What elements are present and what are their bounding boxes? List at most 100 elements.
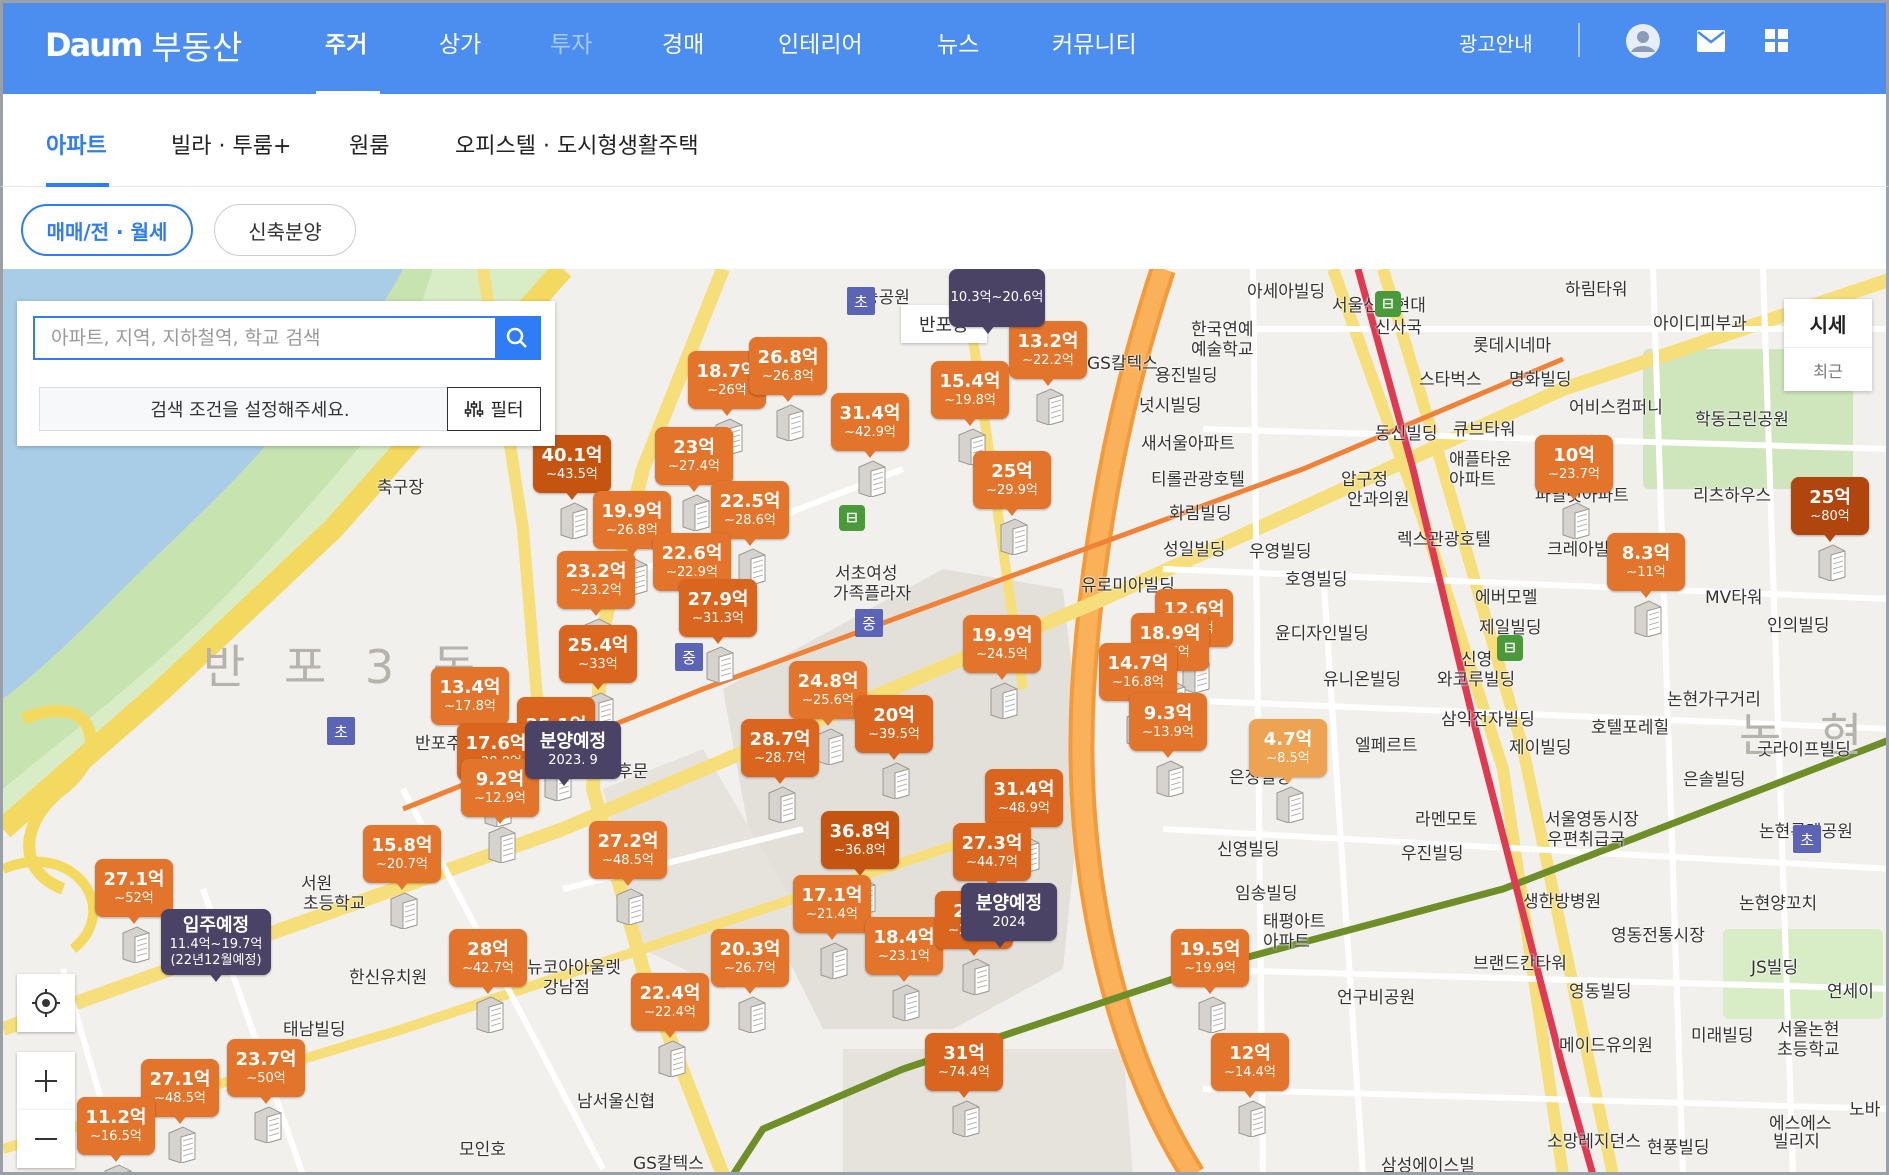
apartment-building-icon[interactable] — [949, 1099, 983, 1138]
apartment-building-icon[interactable] — [1273, 785, 1307, 824]
apartment-building-icon[interactable] — [879, 761, 913, 800]
nav-tab-interior[interactable]: 인테리어 — [778, 25, 863, 59]
nav-tab-news[interactable]: 뉴스 — [937, 25, 979, 59]
price-marker[interactable]: 27.3억 ~44.7억 — [953, 823, 1031, 881]
price-marker[interactable]: 28.7억 ~28.7억 — [741, 719, 819, 777]
price-marker[interactable]: 15.4억 ~19.8억 — [931, 361, 1009, 419]
apartment-building-icon[interactable] — [557, 501, 591, 540]
ad-info-link[interactable]: 광고안내 — [1459, 28, 1533, 57]
tab-villa[interactable]: 빌라 · 투룸+ — [171, 128, 291, 160]
apartment-building-icon[interactable] — [1235, 1099, 1269, 1138]
price-marker[interactable]: 36.8억 ~36.8억 — [821, 811, 899, 869]
sale-marker[interactable]: 입주예정 11.4억~19.7억 (22년12월예정) — [161, 909, 271, 975]
map-view[interactable]: 반 포 3 동 논 현 1 반포동 아세아빌딩 하림타워 서울신사현대 신사국 … — [0, 269, 1889, 1175]
apartment-building-icon[interactable] — [987, 681, 1021, 720]
school-icon[interactable]: 초 — [327, 717, 355, 745]
search-input[interactable] — [35, 318, 495, 358]
apartment-building-icon[interactable] — [613, 887, 647, 926]
apartment-building-icon[interactable] — [997, 517, 1031, 556]
apartment-building-icon[interactable] — [387, 891, 421, 930]
apartment-building-icon[interactable] — [889, 983, 923, 1022]
price-tab-market[interactable]: 시세 — [1784, 299, 1872, 347]
apartment-building-icon[interactable] — [735, 995, 769, 1034]
price-marker[interactable]: 10억 ~23.7억 — [1535, 435, 1613, 493]
subway-station-icon[interactable]: ⊟ — [839, 505, 865, 531]
apartment-building-icon[interactable] — [1195, 995, 1229, 1034]
zoom-in-button[interactable] — [17, 1052, 75, 1110]
price-marker[interactable]: 19.5억 ~19.9억 — [1171, 929, 1249, 987]
sale-marker[interactable]: 10.3억~20.6억 — [949, 269, 1045, 327]
price-marker[interactable]: 31.4억 ~48.9억 — [985, 769, 1063, 827]
price-marker[interactable]: 27.2억 ~48.5억 — [589, 821, 667, 879]
price-marker[interactable]: 27.9억 ~31.3억 — [679, 579, 757, 637]
subway-station-icon[interactable]: ⊟ — [1375, 291, 1401, 317]
apartment-building-icon[interactable] — [1815, 543, 1849, 582]
subway-station-icon[interactable]: ⊟ — [1497, 635, 1523, 661]
apartment-building-icon[interactable] — [817, 941, 851, 980]
apartment-building-icon[interactable] — [765, 785, 799, 824]
mail-icon[interactable] — [1693, 23, 1729, 59]
new-sale-pill[interactable]: 신축분양 — [214, 204, 356, 256]
apartment-building-icon[interactable] — [165, 1125, 199, 1164]
filter-button[interactable]: 필터 — [447, 387, 541, 431]
apartment-building-icon[interactable] — [1153, 759, 1187, 798]
price-marker[interactable]: 18.4억 ~23.1억 — [865, 917, 943, 975]
apartment-building-icon[interactable] — [473, 995, 507, 1034]
price-marker[interactable]: 26.8억 ~26.8억 — [749, 337, 827, 395]
price-marker[interactable]: 12억 ~14.4억 — [1211, 1033, 1289, 1091]
logo[interactable]: Daum 부동산 — [45, 21, 242, 69]
apartment-building-icon[interactable] — [1559, 501, 1593, 540]
price-marker[interactable]: 4.7억 ~8.5억 — [1249, 719, 1327, 777]
school-icon[interactable]: 중 — [675, 643, 703, 671]
nav-tab-auction[interactable]: 경매 — [662, 25, 704, 59]
apartment-building-icon[interactable] — [101, 1163, 135, 1172]
tab-apartment[interactable]: 아파트 — [46, 128, 107, 160]
school-icon[interactable]: 초 — [1793, 825, 1821, 853]
trade-type-pill[interactable]: 매매/전 · 월세 — [21, 204, 193, 256]
tab-oneroom[interactable]: 원룸 — [349, 128, 389, 160]
app-grid-icon[interactable] — [1759, 23, 1795, 59]
price-marker[interactable]: 15.8억 ~20.7억 — [363, 825, 441, 883]
apartment-building-icon[interactable] — [855, 459, 889, 498]
price-marker[interactable]: 23.7억 ~50억 — [227, 1039, 305, 1097]
apartment-building-icon[interactable] — [1631, 599, 1665, 638]
nav-tab-residence[interactable]: 주거 — [325, 25, 367, 59]
apartment-building-icon[interactable] — [119, 925, 153, 964]
price-marker[interactable]: 13.4억 ~17.8억 — [431, 667, 509, 725]
price-marker[interactable]: 25억 ~80억 — [1791, 477, 1869, 535]
apartment-building-icon[interactable] — [703, 645, 737, 684]
apartment-building-icon[interactable] — [1033, 387, 1067, 426]
apartment-building-icon[interactable] — [679, 493, 713, 532]
price-marker[interactable]: 11.2억 ~16.5억 — [77, 1097, 155, 1155]
search-button[interactable] — [495, 318, 539, 358]
apartment-building-icon[interactable] — [485, 825, 519, 864]
price-marker[interactable]: 31.4억 ~42.9억 — [831, 393, 909, 451]
price-marker[interactable]: 31억 ~74.4억 — [925, 1033, 1003, 1091]
user-icon[interactable] — [1625, 23, 1661, 59]
price-marker[interactable]: 28억 ~42.7억 — [449, 929, 527, 987]
price-marker[interactable]: 23.2억 ~23.2억 — [557, 551, 635, 609]
price-marker[interactable]: 20억 ~39.5억 — [855, 695, 933, 753]
sale-marker[interactable]: 분양예정 2024 — [961, 883, 1057, 941]
my-location-button[interactable] — [17, 974, 75, 1032]
price-marker[interactable]: 13.2억 ~22.2억 — [1009, 321, 1087, 379]
apartment-building-icon[interactable] — [251, 1105, 285, 1144]
price-marker[interactable]: 23억 ~27.4억 — [655, 427, 733, 485]
price-marker[interactable]: 22.4억 ~22.4억 — [631, 973, 709, 1031]
nav-tab-community[interactable]: 커뮤니티 — [1052, 25, 1137, 59]
school-icon[interactable]: 초 — [847, 287, 875, 315]
nav-tab-invest[interactable]: 투자 — [550, 25, 592, 59]
price-marker[interactable]: 8.3억 ~11억 — [1607, 533, 1685, 591]
price-marker[interactable]: 9.3억 ~13.9억 — [1129, 693, 1207, 751]
price-marker[interactable]: 19.9억 ~24.5억 — [963, 615, 1041, 673]
school-icon[interactable]: 중 — [855, 609, 883, 637]
tab-officetel[interactable]: 오피스텔 · 도시형생활주택 — [455, 128, 699, 160]
sale-marker[interactable]: 분양예정 2023. 9 — [525, 721, 621, 779]
price-marker[interactable]: 25.4억 ~33억 — [559, 625, 637, 683]
apartment-building-icon[interactable] — [773, 403, 807, 442]
apartment-building-icon[interactable] — [655, 1039, 689, 1078]
apartment-building-icon[interactable] — [959, 957, 993, 996]
price-marker[interactable]: 25억 ~29.9억 — [973, 451, 1051, 509]
zoom-out-button[interactable] — [17, 1110, 75, 1168]
price-tab-recent[interactable]: 최근 — [1784, 347, 1872, 391]
